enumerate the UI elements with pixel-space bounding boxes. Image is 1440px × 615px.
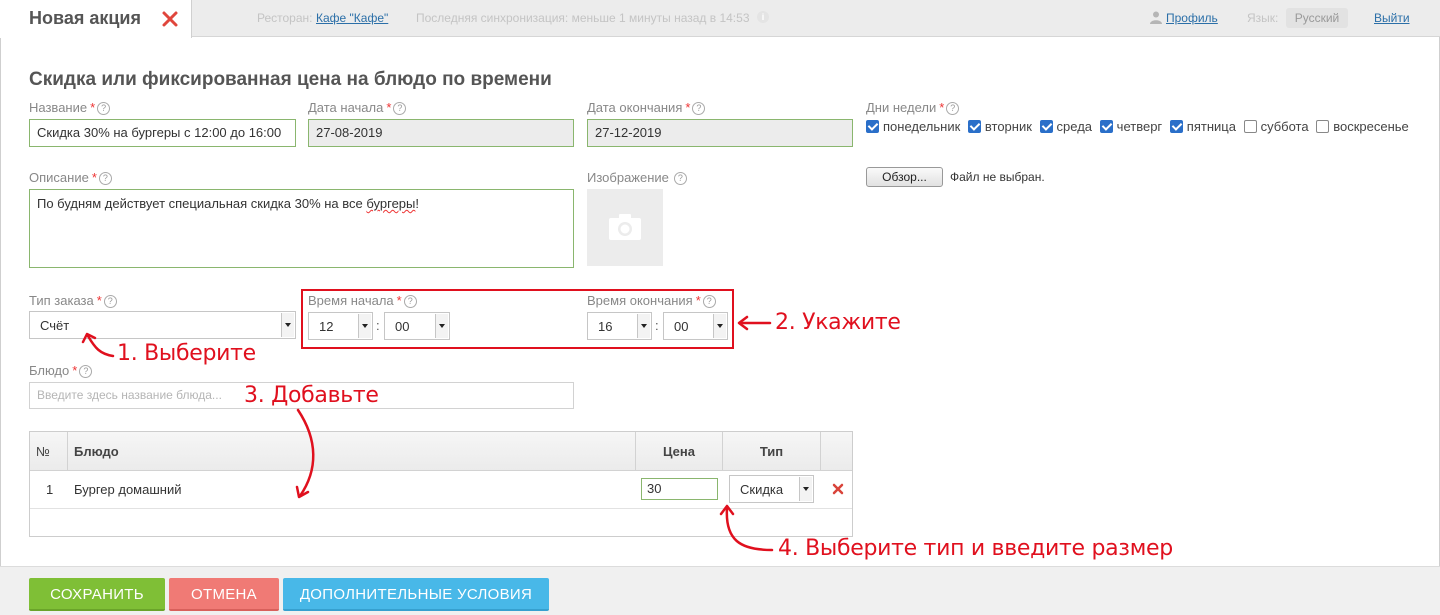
annotation-arrows (81, 315, 774, 552)
annotation-step-3: 3. Добавьте (244, 383, 379, 408)
save-button[interactable]: СОХРАНИТЬ (29, 578, 165, 611)
annotation-step-1: 1. Выберите (117, 341, 256, 366)
footer-bar: СОХРАНИТЬ ОТМЕНА ДОПОЛНИТЕЛЬНЫЕ УСЛОВИЯ (0, 566, 1440, 615)
annotation-step-2: 2. Укажите (775, 310, 901, 335)
additional-conditions-button[interactable]: ДОПОЛНИТЕЛЬНЫЕ УСЛОВИЯ (283, 578, 549, 611)
annotation-step-4: 4. Выберите тип и введите размер (778, 536, 1173, 561)
cancel-button[interactable]: ОТМЕНА (169, 578, 279, 611)
